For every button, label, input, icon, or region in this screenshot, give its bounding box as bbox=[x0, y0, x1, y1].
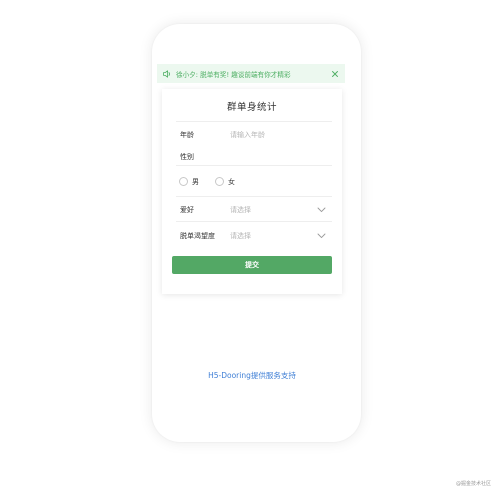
hobby-label: 爱好 bbox=[180, 206, 194, 214]
notice-text: 徐小夕: 脱单有奖! 趣谈前端有你才精彩 bbox=[176, 70, 291, 79]
submit-button[interactable]: 提交 bbox=[172, 256, 332, 274]
form-card: 群单身统计 年龄 请输入年龄 性别 男 女 爱好 请选择 脱单渴望度 请选择 提… bbox=[162, 89, 342, 294]
age-input[interactable]: 请输入年龄 bbox=[230, 130, 265, 140]
close-icon[interactable] bbox=[331, 70, 339, 78]
form-title: 群单身统计 bbox=[226, 102, 277, 113]
radio-female[interactable] bbox=[215, 177, 224, 186]
watermark: @掘金技术社区 bbox=[455, 481, 491, 487]
desire-select[interactable]: 请选择 bbox=[230, 231, 251, 241]
divider bbox=[176, 196, 332, 197]
desire-label: 脱单渴望度 bbox=[180, 232, 215, 240]
divider bbox=[176, 165, 332, 166]
gender-label: 性别 bbox=[180, 153, 194, 161]
notice-bar: 徐小夕: 脱单有奖! 趣谈前端有你才精彩 bbox=[157, 64, 345, 83]
chevron-down-icon[interactable] bbox=[317, 207, 326, 213]
speaker-icon bbox=[163, 69, 170, 78]
age-label: 年龄 bbox=[180, 131, 194, 139]
radio-male-label: 男 bbox=[192, 178, 199, 186]
divider bbox=[176, 221, 332, 222]
support-link[interactable]: H5-Dooring提供服务支持 bbox=[152, 370, 352, 381]
divider bbox=[176, 121, 332, 122]
hobby-select[interactable]: 请选择 bbox=[230, 205, 251, 215]
radio-male[interactable] bbox=[179, 177, 188, 186]
chevron-down-icon[interactable] bbox=[317, 233, 326, 239]
radio-female-label: 女 bbox=[228, 178, 235, 186]
